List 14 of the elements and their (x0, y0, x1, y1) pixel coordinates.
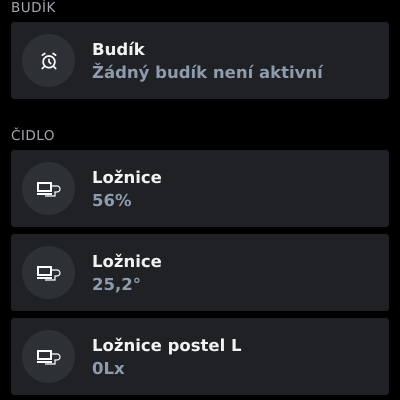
device-name: Ložnice postel L (92, 336, 242, 354)
device-card[interactable]: Ložnice postel L 0Lx (11, 318, 389, 395)
device-name: Ložnice (92, 252, 162, 270)
device-status: 56% (92, 190, 132, 210)
device-name: Budík (92, 40, 146, 58)
device-status: 0Lx (92, 358, 126, 378)
device-card[interactable]: Ložnice 56% (11, 150, 389, 227)
device-name: Ložnice (92, 168, 162, 186)
device-card[interactable]: Ložnice 25,2° (11, 234, 389, 311)
device-status: 25,2° (92, 274, 142, 294)
device-status: Žádný budík není aktivní (92, 62, 323, 82)
section-header: ČIDLO (11, 129, 56, 143)
device-card[interactable]: Budík Žádný budík není aktivní (11, 22, 389, 99)
alarm-clock-icon (38, 50, 58, 70)
